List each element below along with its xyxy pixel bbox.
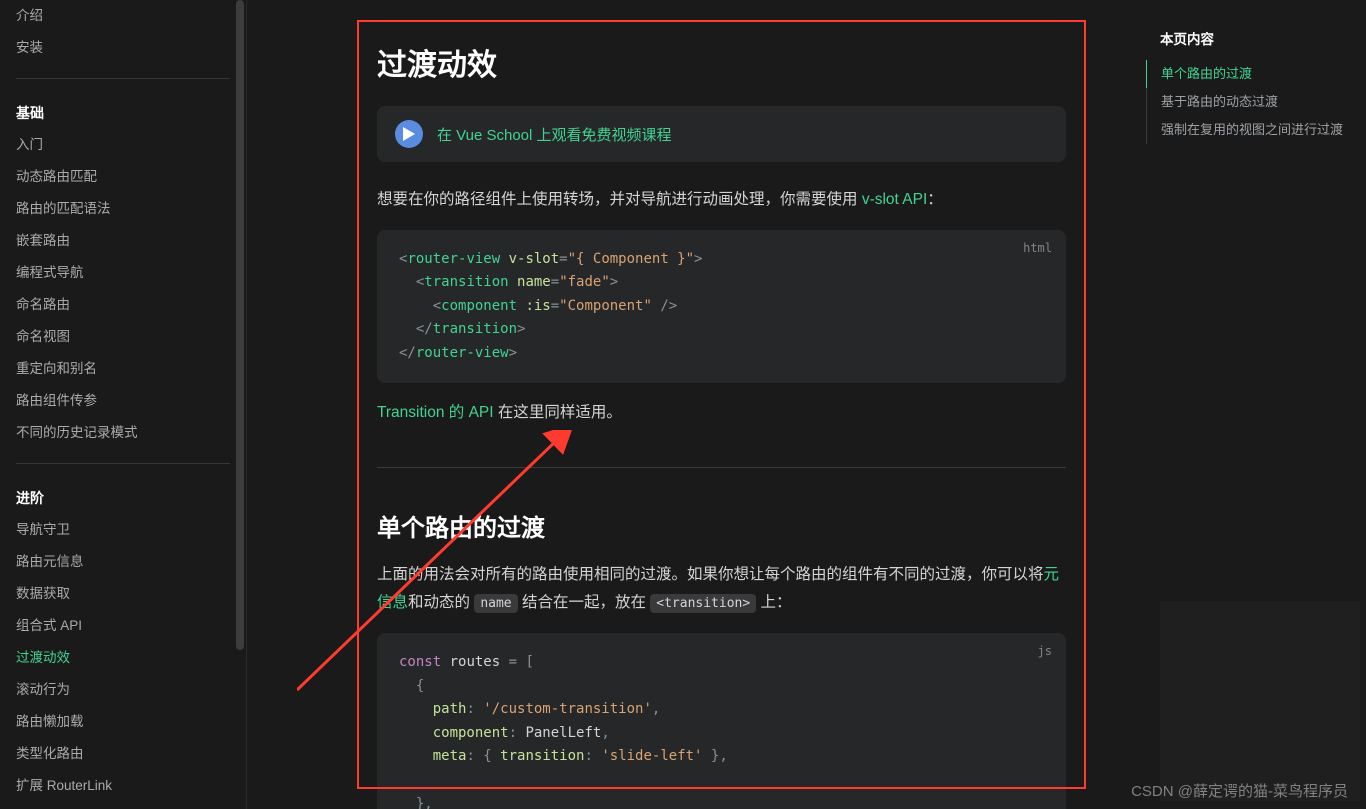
- sidebar-item-intro[interactable]: 介绍: [16, 0, 230, 32]
- sidebar-item-route-meta[interactable]: 路由元信息: [16, 546, 230, 578]
- blank-overlay: [1160, 601, 1360, 801]
- sidebar-item-route-props[interactable]: 路由组件传参: [16, 385, 230, 417]
- sidebar-item-composition-api[interactable]: 组合式 API: [16, 610, 230, 642]
- sidebar-item-named-routes[interactable]: 命名路由: [16, 289, 230, 321]
- sidebar-item-redirect-alias[interactable]: 重定向和别名: [16, 353, 230, 385]
- main-content: 过渡动效 在 Vue School 上观看免费视频课程 想要在你的路径组件上使用…: [247, 0, 1146, 809]
- sidebar-item-data-fetching[interactable]: 数据获取: [16, 578, 230, 610]
- toc-item-dynamic[interactable]: 基于路由的动态过渡: [1146, 88, 1350, 116]
- video-course-banner[interactable]: 在 Vue School 上观看免费视频课程: [377, 106, 1066, 162]
- code-block-js: jsconst routes = [ { path: '/custom-tran…: [377, 633, 1066, 787]
- section-heading-per-route: 单个路由的过渡: [377, 508, 1066, 543]
- transition-api-paragraph: Transition 的 API 在这里同样适用。: [377, 399, 1066, 427]
- intro-paragraph: 想要在你的路径组件上使用转场，并对导航进行动画处理，你需要使用 v-slot A…: [377, 186, 1066, 214]
- sidebar-item-getting-started[interactable]: 入门: [16, 129, 230, 161]
- sidebar-item-named-views[interactable]: 命名视图: [16, 321, 230, 353]
- sidebar-item-route-matching-syntax[interactable]: 路由的匹配语法: [16, 193, 230, 225]
- sidebar-section-advanced: 进阶: [16, 488, 230, 508]
- code-lang-badge: html: [1023, 238, 1052, 258]
- code-block-html: html<router-view v-slot="{ Component }">…: [377, 230, 1066, 384]
- toc-item-force[interactable]: 强制在复用的视图之间进行过渡: [1146, 116, 1350, 144]
- inline-code-transition: <transition>: [650, 594, 756, 613]
- play-icon: [395, 120, 423, 148]
- sidebar-item-nested-routes[interactable]: 嵌套路由: [16, 225, 230, 257]
- sidebar-item-install[interactable]: 安装: [16, 32, 230, 64]
- vslot-api-link[interactable]: v-slot API: [862, 191, 927, 208]
- inline-code-name: name: [474, 594, 517, 613]
- sidebar-divider: [16, 78, 230, 79]
- sidebar-item-programmatic-nav[interactable]: 编程式导航: [16, 257, 230, 289]
- sidebar-item-extend-routerlink[interactable]: 扩展 RouterLink: [16, 770, 230, 802]
- page-title: 过渡动效: [377, 40, 1066, 84]
- sidebar-item-transitions[interactable]: 过渡动效: [16, 642, 230, 674]
- sidebar-divider: [16, 463, 230, 464]
- code-lang-badge: js: [1038, 641, 1052, 661]
- sidebar-item-history-mode[interactable]: 不同的历史记录模式: [16, 417, 230, 449]
- per-route-paragraph: 上面的用法会对所有的路由使用相同的过渡。如果你想让每个路由的组件有不同的过渡，你…: [377, 561, 1066, 617]
- code-block-js-continued: }, { path: '/other-transition',: [377, 789, 1066, 809]
- sidebar-item-typed-routes[interactable]: 类型化路由: [16, 738, 230, 770]
- transition-api-link[interactable]: Transition 的 API: [377, 404, 494, 421]
- sidebar-item-lazy-loading[interactable]: 路由懒加载: [16, 706, 230, 738]
- toc-item-per-route[interactable]: 单个路由的过渡: [1146, 60, 1350, 88]
- sidebar-item-nav-guards[interactable]: 导航守卫: [16, 514, 230, 546]
- video-course-link[interactable]: 在 Vue School 上观看免费视频课程: [437, 124, 672, 145]
- sidebar-item-scroll-behavior[interactable]: 滚动行为: [16, 674, 230, 706]
- sidebar-scrollbar[interactable]: [236, 0, 244, 650]
- toc-title: 本页内容: [1146, 28, 1350, 48]
- sidebar-item-dynamic-matching[interactable]: 动态路由匹配: [16, 161, 230, 193]
- annotation-highlight-box: 过渡动效 在 Vue School 上观看免费视频课程 想要在你的路径组件上使用…: [357, 20, 1086, 789]
- section-divider: [377, 467, 1066, 468]
- sidebar-section-basics: 基础: [16, 103, 230, 123]
- sidebar-nav: 介绍 安装 基础 入门 动态路由匹配 路由的匹配语法 嵌套路由 编程式导航 命名…: [0, 0, 247, 809]
